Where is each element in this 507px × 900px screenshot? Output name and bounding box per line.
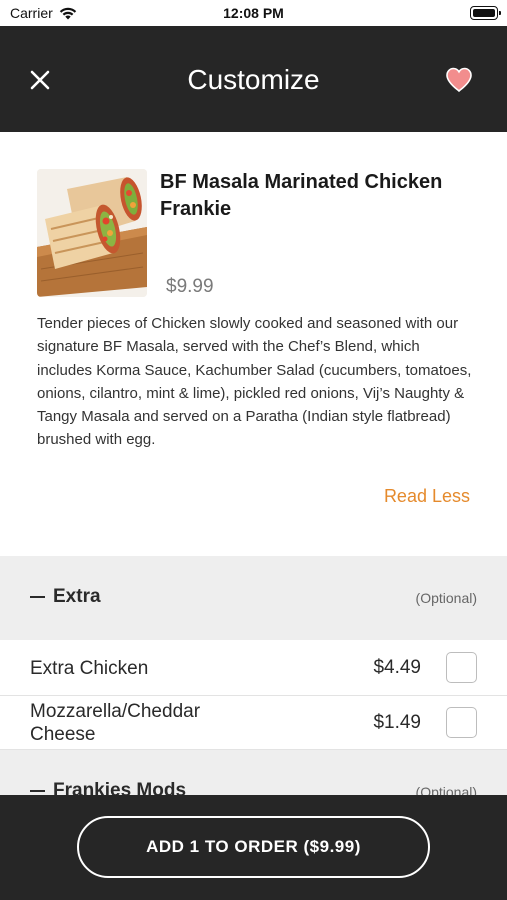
- option-checkbox[interactable]: [446, 707, 477, 738]
- option-row-cheese[interactable]: Mozzarella/Cheddar Cheese $1.49: [0, 696, 507, 750]
- option-checkbox[interactable]: [446, 652, 477, 683]
- product-description: Tender pieces of Chicken slowly cooked a…: [37, 315, 472, 449]
- option-label: Mozzarella/Cheddar Cheese: [30, 701, 201, 745]
- status-time: 12:08 PM: [223, 5, 284, 21]
- option-row-extra-chicken[interactable]: Extra Chicken $4.49: [0, 640, 507, 696]
- section-title: Extra: [30, 586, 101, 608]
- product-price: $9.99: [166, 276, 214, 297]
- option-price: $1.49: [373, 712, 421, 733]
- section-title-label: Extra: [53, 586, 101, 607]
- page-title: Customize: [187, 64, 320, 95]
- option-price: $4.49: [373, 657, 421, 678]
- product-name: BF Masala Marinated Chicken Frankie: [160, 171, 443, 220]
- status-bar: Carrier 12:08 PM: [0, 0, 507, 26]
- product-details: BF Masala Marinated Chicken Frankie $9.9…: [0, 132, 507, 556]
- add-to-order-button[interactable]: ADD 1 TO ORDER ($9.99): [77, 816, 430, 878]
- collapse-icon: [30, 790, 45, 792]
- frankie-wrap-image: [37, 169, 147, 297]
- nav-bar: Customize: [0, 26, 507, 132]
- optional-label: (Optional): [415, 590, 477, 606]
- option-label: Extra Chicken: [30, 658, 149, 679]
- collapse-icon: [30, 596, 45, 598]
- battery-icon: [470, 6, 501, 20]
- section-header-extra[interactable]: Extra (Optional): [0, 556, 507, 640]
- bottom-bar: ADD 1 TO ORDER ($9.99): [0, 795, 507, 900]
- product-image: [37, 169, 147, 297]
- read-less-link[interactable]: Read Less: [384, 486, 470, 507]
- heart-icon[interactable]: [445, 66, 473, 94]
